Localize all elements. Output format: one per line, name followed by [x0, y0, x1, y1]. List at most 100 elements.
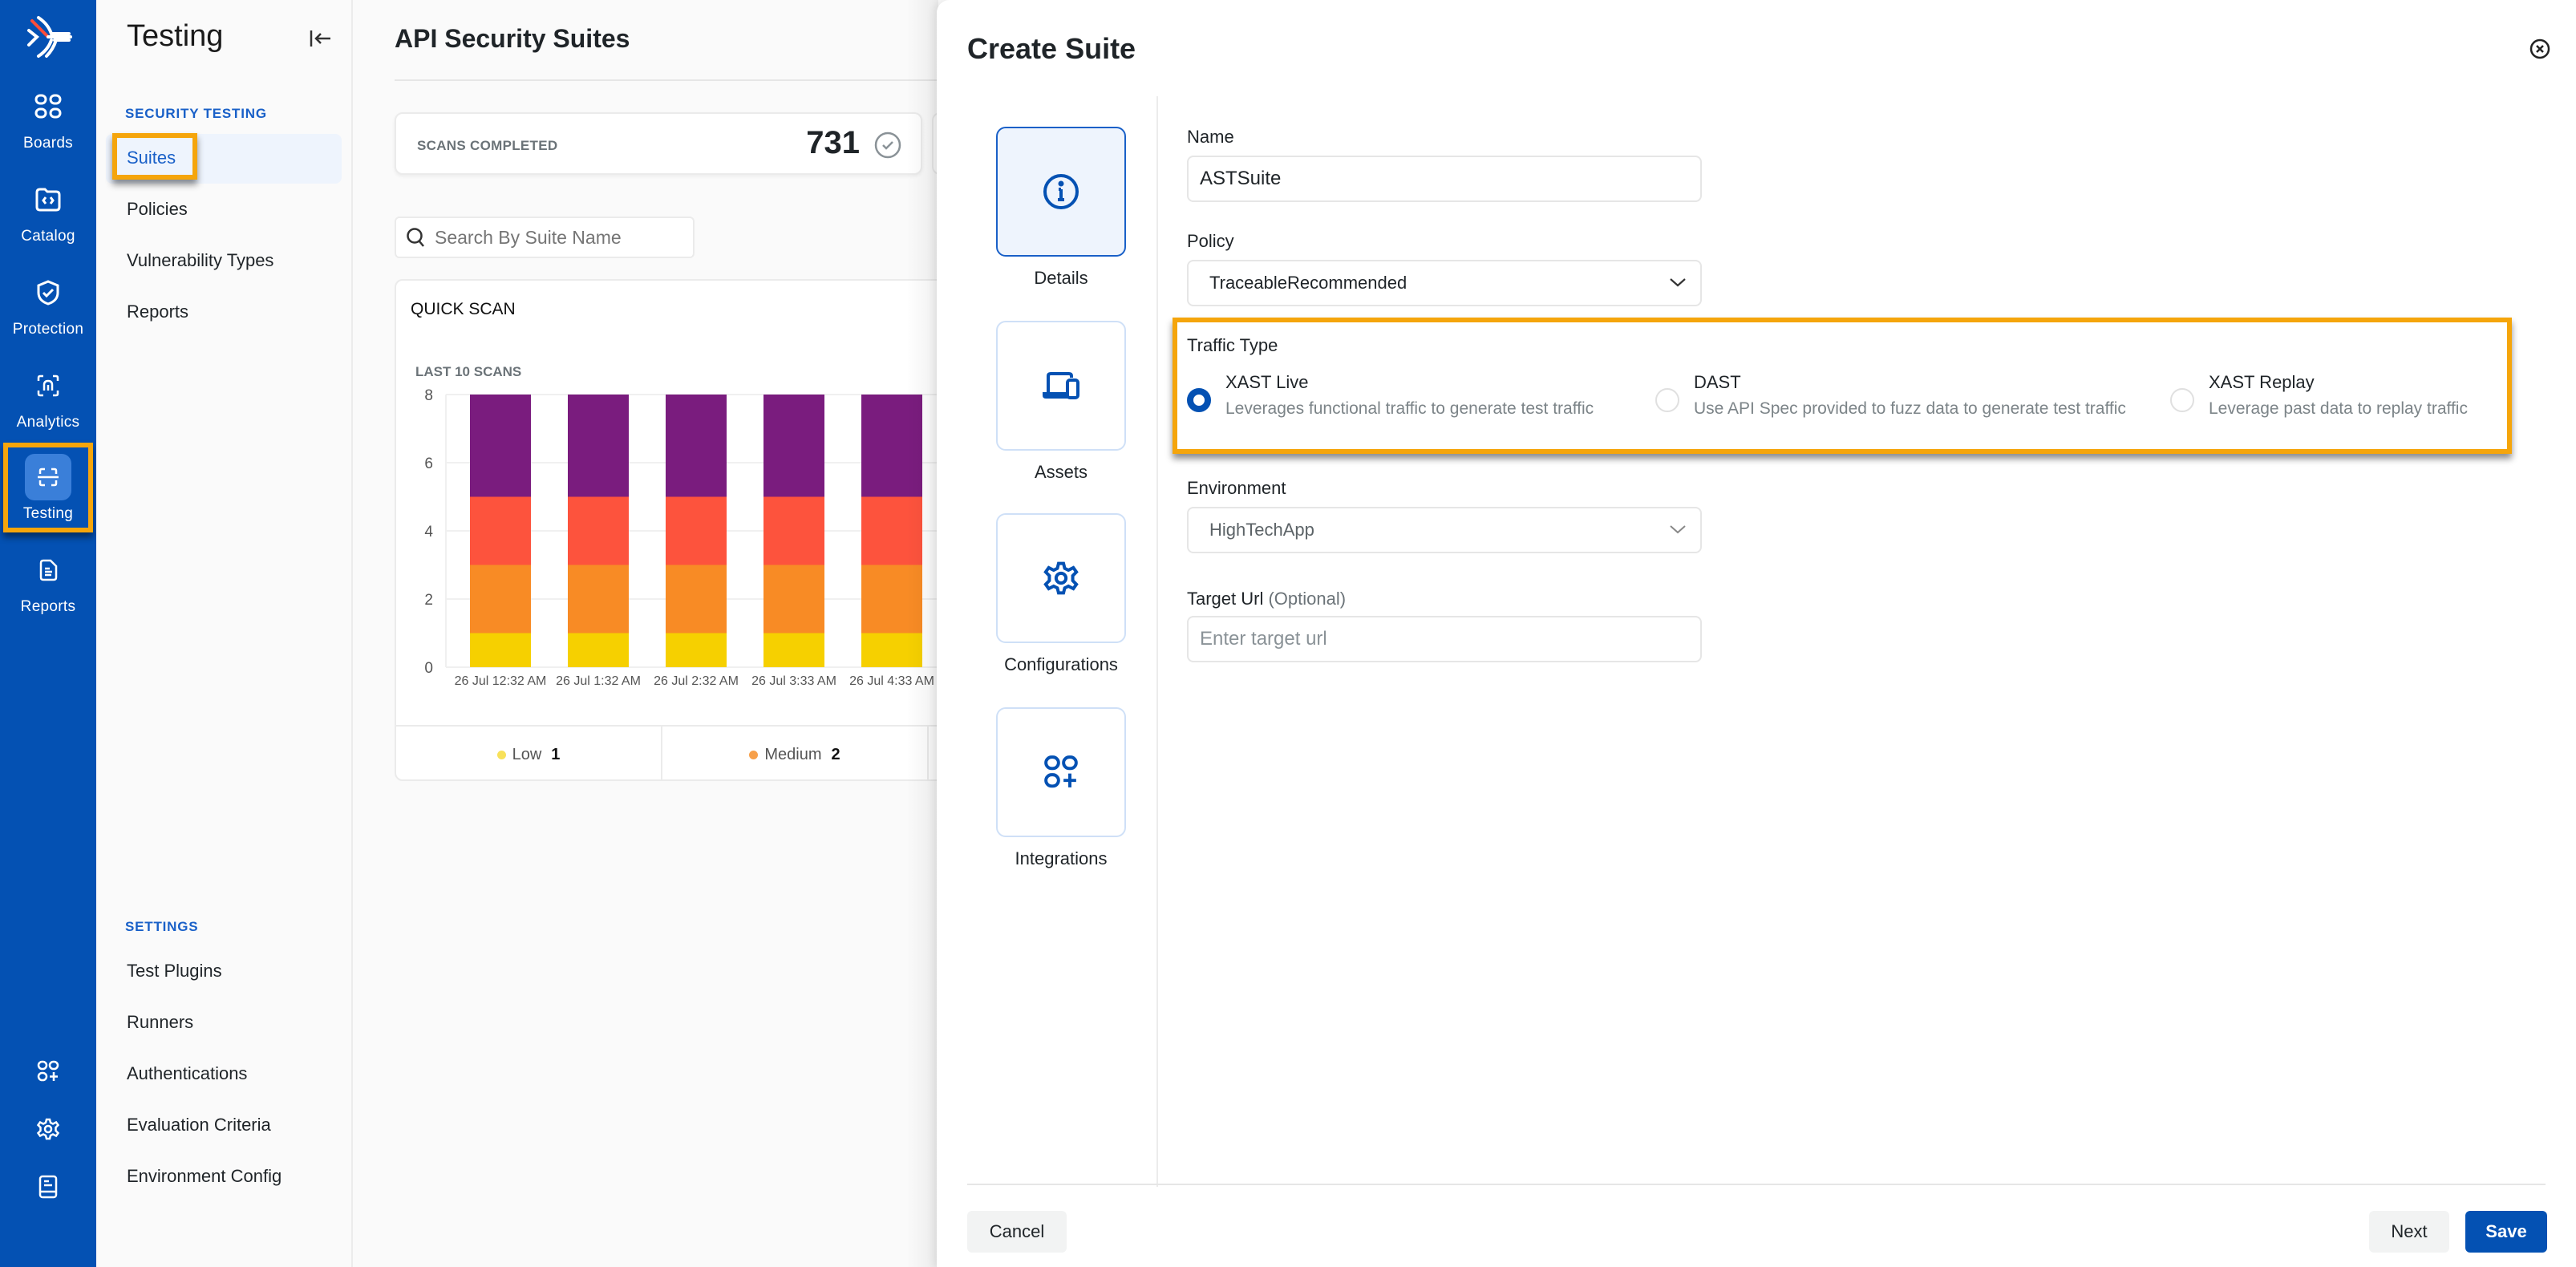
traffic-type-group: Traffic Type XAST Live Leverages functio…: [1173, 318, 2507, 452]
bar-segment-critical: [568, 395, 629, 497]
target-url-label: Target Url (Optional): [1187, 589, 1346, 609]
bar-segment-low: [666, 633, 727, 667]
step-label: Configurations: [1004, 654, 1118, 674]
catalog-icon: [25, 176, 71, 223]
nav-item-vulnerability-types[interactable]: Vulnerability Types: [127, 250, 273, 271]
integrations-icon: [37, 1060, 59, 1082]
step-assets[interactable]: Assets: [996, 321, 1126, 483]
rail-item-analytics[interactable]: Analytics: [0, 362, 96, 451]
radio-title: XAST Replay: [2209, 372, 2315, 392]
bar-segment-high: [568, 496, 629, 565]
y-tick-label: 4: [424, 524, 433, 540]
rail-item-testing[interactable]: Testing: [0, 454, 96, 542]
collapse-left-icon: [310, 30, 330, 47]
bar-segment-critical: [666, 395, 727, 497]
book-icon: [38, 1175, 58, 1199]
close-icon[interactable]: [2528, 37, 2552, 61]
nav-item-suites[interactable]: Suites: [127, 148, 176, 168]
analytics-icon: [25, 362, 71, 409]
step-label: Details: [1034, 268, 1088, 288]
boards-icon: [25, 83, 71, 130]
nav-item-test-plugins[interactable]: Test Plugins: [127, 961, 222, 982]
step-integrations[interactable]: Integrations: [996, 707, 1126, 869]
rail-label: Protection: [12, 321, 84, 338]
x-tick-label: 26 Jul 1:32 AM: [556, 674, 641, 688]
nav-item-runners[interactable]: Runners: [127, 1012, 193, 1033]
bar-segment-critical: [763, 395, 824, 497]
nav-item-policies[interactable]: Policies: [127, 199, 188, 220]
drawer-shadow: [906, 0, 938, 1267]
radio-title: XAST Live: [1225, 372, 1309, 392]
name-field[interactable]: [1187, 156, 1702, 202]
rail-integrations-button[interactable]: [0, 1047, 96, 1095]
legend-low[interactable]: Low 1: [396, 727, 661, 779]
cancel-button[interactable]: Cancel: [967, 1211, 1067, 1253]
next-button[interactable]: Next: [2369, 1211, 2449, 1253]
rail-item-catalog[interactable]: Catalog: [0, 176, 96, 265]
rail-item-boards[interactable]: Boards: [0, 83, 96, 172]
legend-dot: [496, 750, 506, 759]
radio-button[interactable]: [2170, 388, 2194, 412]
target-url-field[interactable]: [1187, 616, 1702, 662]
legend-medium[interactable]: Medium 2: [662, 727, 927, 779]
section-title: Testing: [127, 19, 224, 53]
chart-subtitle: LAST 10 SCANS: [415, 364, 522, 379]
chevron-down-icon: [1670, 525, 1686, 534]
nav-item-environment-config[interactable]: Environment Config: [127, 1166, 281, 1187]
rail-label: Boards: [22, 135, 73, 152]
chevron-down-icon: [1670, 278, 1686, 287]
step-label: Assets: [1034, 462, 1088, 482]
bar-segment-low: [470, 633, 531, 667]
bar-segment-high: [763, 496, 824, 565]
policy-label: Policy: [1187, 231, 1234, 251]
create-suite-drawer: Create Suite Details Assets Configuratio…: [937, 0, 2576, 1267]
y-tick-label: 2: [424, 592, 433, 609]
step-label: Integrations: [1015, 848, 1108, 868]
bar-segment-low: [763, 633, 824, 667]
drawer-title: Create Suite: [967, 32, 1136, 65]
name-input[interactable]: [1200, 168, 1681, 190]
radio-button[interactable]: [1655, 388, 1679, 412]
radio-description: Use API Spec provided to fuzz data to ge…: [1694, 399, 2126, 418]
gear-icon: [1043, 561, 1079, 595]
security-testing-heading: SECURITY TESTING: [125, 106, 267, 121]
nav-item-reports[interactable]: Reports: [127, 302, 188, 322]
legend-dot: [749, 750, 759, 759]
collapse-nav-button[interactable]: [306, 24, 335, 53]
step-box: [996, 321, 1126, 451]
traffic-type-label: Traffic Type: [1187, 335, 1278, 355]
stat-value: 731: [806, 125, 860, 160]
check-circle-icon: [874, 132, 901, 159]
suite-search[interactable]: [395, 217, 695, 258]
step-details[interactable]: Details: [996, 127, 1126, 289]
bar-segment-medium: [763, 565, 824, 634]
traceable-logo[interactable]: [24, 14, 72, 59]
scans-completed-card: SCANS COMPLETED 731: [395, 112, 922, 175]
environment-value: HighTechApp: [1209, 520, 1314, 540]
rail-docs-button[interactable]: [0, 1163, 96, 1211]
bar-segment-medium: [666, 565, 727, 634]
rail-item-protection[interactable]: Protection: [0, 269, 96, 358]
page-title: API Security Suites: [395, 24, 630, 53]
settings-heading: SETTINGS: [125, 919, 199, 934]
devices-icon: [1043, 372, 1079, 399]
secondary-nav: Testing SECURITY TESTING Suites Policies…: [96, 0, 353, 1267]
radio-description: Leverage past data to replay traffic: [2209, 399, 2468, 418]
nav-item-evaluation-criteria[interactable]: Evaluation Criteria: [127, 1115, 271, 1135]
target-url-input[interactable]: [1200, 628, 1681, 650]
nav-item-authentications[interactable]: Authentications: [127, 1063, 247, 1084]
app-root: Boards Catalog Protection Analytics Test…: [0, 0, 2576, 1267]
radio-button[interactable]: [1187, 388, 1211, 412]
step-box: [996, 707, 1126, 837]
y-tick-label: 0: [424, 660, 433, 677]
search-input[interactable]: [435, 226, 675, 249]
rail-item-reports[interactable]: Reports: [0, 547, 96, 635]
rail-label: Reports: [20, 598, 76, 615]
policy-select[interactable]: TraceableRecommended: [1187, 260, 1702, 306]
environment-select[interactable]: HighTechApp: [1187, 507, 1702, 553]
rail-settings-button[interactable]: [0, 1105, 96, 1153]
bar-segment-medium: [470, 565, 531, 634]
step-configurations[interactable]: Configurations: [996, 513, 1126, 675]
rail-label: Catalog: [21, 228, 75, 245]
save-button[interactable]: Save: [2465, 1211, 2547, 1253]
